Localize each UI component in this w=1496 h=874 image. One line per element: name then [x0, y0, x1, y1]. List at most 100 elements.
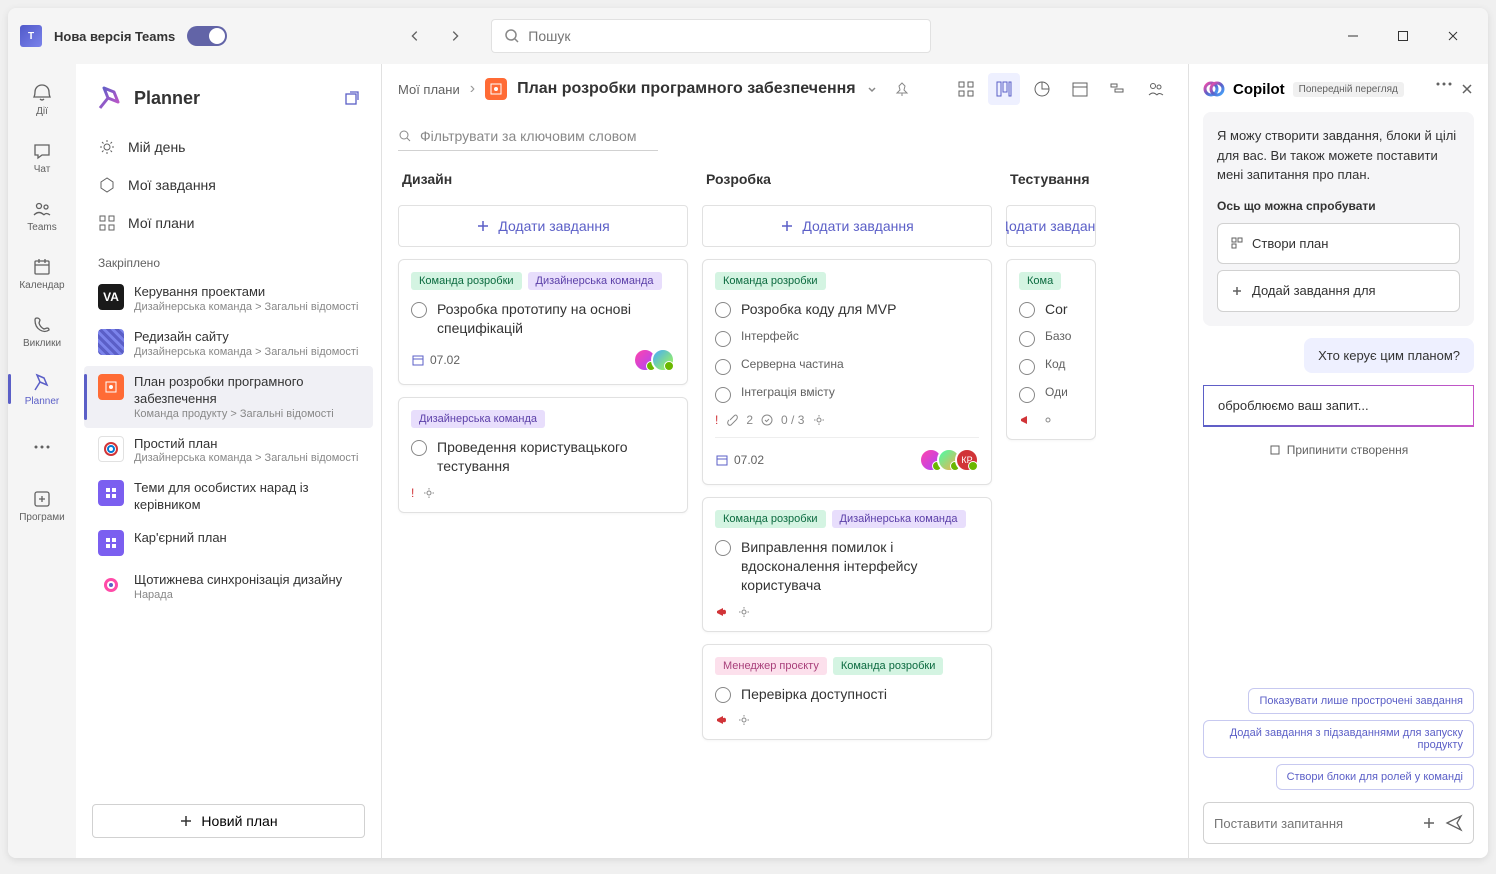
- plan-item[interactable]: Кар'єрний план: [84, 522, 373, 564]
- task-radio[interactable]: [411, 302, 427, 318]
- progress-icon: [1041, 413, 1055, 427]
- copilot-suggestion[interactable]: Створи блоки для ролей у команді: [1276, 764, 1474, 790]
- chevron-down-icon[interactable]: [866, 83, 878, 95]
- filter-input[interactable]: Фільтрувати за ключовим словом: [398, 122, 658, 151]
- column-header[interactable]: Дизайн: [398, 165, 688, 193]
- new-teams-toggle[interactable]: [187, 26, 227, 46]
- search-icon: [504, 28, 520, 44]
- nav-my-day[interactable]: Мій день: [84, 128, 373, 166]
- rail-teams[interactable]: Teams: [14, 188, 70, 242]
- task-card[interactable]: Менеджер проєктуКоманда розробки Перевір…: [702, 644, 992, 741]
- task-card[interactable]: Команда розробкиДизайнерська команда Вип…: [702, 497, 992, 632]
- copilot-suggestion[interactable]: Додай завдання з підзавданнями для запус…: [1203, 720, 1474, 758]
- progress-icon: [812, 413, 826, 427]
- view-timeline-icon[interactable]: [1102, 73, 1134, 105]
- view-chart-icon[interactable]: [1026, 73, 1058, 105]
- people-icon[interactable]: [1140, 73, 1172, 105]
- plan-item[interactable]: Теми для особистих нарад із керівником: [84, 472, 373, 522]
- plan-badge-icon: [485, 78, 507, 100]
- subtask-radio[interactable]: [715, 331, 731, 347]
- nav-my-tasks[interactable]: Мої завдання: [84, 166, 373, 204]
- window-maximize-button[interactable]: [1380, 20, 1426, 52]
- rail-activity[interactable]: Дії: [14, 72, 70, 126]
- view-board-icon[interactable]: [988, 73, 1020, 105]
- pin-icon[interactable]: [894, 81, 910, 97]
- main-content: Мої плани › План розробки програмного за…: [382, 64, 1188, 858]
- task-card[interactable]: Дизайнерська команда Проведення користув…: [398, 397, 688, 513]
- copilot-intro: Я можу створити завдання, блоки й цілі д…: [1203, 112, 1474, 326]
- rail-chat[interactable]: Чат: [14, 130, 70, 184]
- megaphone-icon: [715, 605, 729, 619]
- copilot-input[interactable]: [1203, 802, 1474, 844]
- close-icon[interactable]: [1460, 82, 1474, 96]
- rail-calls[interactable]: Виклики: [14, 304, 70, 358]
- window-minimize-button[interactable]: [1330, 20, 1376, 52]
- sidebar-title: Planner: [134, 88, 200, 109]
- plan-icon: [98, 374, 124, 400]
- copilot-action-create-plan[interactable]: Створи план: [1217, 223, 1460, 265]
- task-radio[interactable]: [411, 440, 427, 456]
- preview-badge: Попередній перегляд: [1293, 82, 1404, 97]
- window-close-button[interactable]: [1430, 20, 1476, 52]
- plan-icon: [98, 572, 124, 598]
- stop-generation-button[interactable]: Припинити створення: [1203, 439, 1474, 461]
- task-card[interactable]: Команда розробкиДизайнерська команда Роз…: [398, 259, 688, 385]
- plan-icon: [98, 436, 124, 462]
- subtask-radio[interactable]: [1019, 387, 1035, 403]
- more-icon[interactable]: [1436, 82, 1452, 86]
- plan-item[interactable]: Щотижнева синхронізація дизайнуНарада: [84, 564, 373, 609]
- column-header[interactable]: Тестування: [1006, 165, 1096, 193]
- board-column: Тестування Додати завдання Кома Cor Базо…: [1006, 165, 1096, 842]
- plan-icon: [98, 480, 124, 506]
- due-date: 07.02: [411, 353, 460, 367]
- search-input[interactable]: [491, 19, 931, 53]
- task-card[interactable]: Кома Cor Базо Код Оди: [1006, 259, 1096, 440]
- plan-icon: [98, 530, 124, 556]
- subtask-radio[interactable]: [715, 359, 731, 375]
- assignees: КР: [925, 448, 979, 472]
- rail-calendar[interactable]: Календар: [14, 246, 70, 300]
- tag: Дизайнерська команда: [528, 272, 662, 290]
- copilot-panel: Copilot Попередній перегляд Я можу створ…: [1188, 64, 1488, 858]
- rail-planner[interactable]: Planner: [14, 362, 70, 416]
- task-radio[interactable]: [1019, 302, 1035, 318]
- subtask-radio[interactable]: [715, 387, 731, 403]
- rail-apps[interactable]: Програми: [14, 478, 70, 532]
- processing-message: оброблюємо ваш запит...: [1203, 385, 1474, 427]
- task-radio[interactable]: [715, 540, 731, 556]
- task-radio[interactable]: [715, 687, 731, 703]
- add-task-button[interactable]: Додати завдання: [398, 205, 688, 247]
- plus-icon[interactable]: [1421, 815, 1437, 831]
- add-task-button[interactable]: Додати завдання: [1006, 205, 1096, 247]
- view-grid-icon[interactable]: [950, 73, 982, 105]
- popout-icon[interactable]: [343, 89, 361, 107]
- subtask-radio[interactable]: [1019, 331, 1035, 347]
- send-icon[interactable]: [1445, 814, 1463, 832]
- tag: Команда розробки: [715, 510, 826, 528]
- rail-more[interactable]: [14, 420, 70, 474]
- nav-forward-button[interactable]: [439, 20, 471, 52]
- copilot-title: Copilot: [1233, 81, 1285, 98]
- plan-icon: VA: [98, 284, 124, 310]
- breadcrumb-root[interactable]: Мої плани: [398, 82, 460, 97]
- user-message: Хто керує цим планом?: [1304, 338, 1474, 373]
- subtask-radio[interactable]: [1019, 359, 1035, 375]
- tag: Кома: [1019, 272, 1061, 290]
- column-header[interactable]: Розробка: [702, 165, 992, 193]
- plan-item[interactable]: Редизайн сайтуДизайнерська команда > Заг…: [84, 321, 373, 366]
- plan-item[interactable]: VAКерування проектамиДизайнерська команд…: [84, 276, 373, 321]
- add-task-button[interactable]: Додати завдання: [702, 205, 992, 247]
- view-schedule-icon[interactable]: [1064, 73, 1096, 105]
- copilot-suggestion[interactable]: Показувати лише прострочені завдання: [1248, 688, 1474, 714]
- copilot-action-add-task[interactable]: Додай завдання для: [1217, 270, 1460, 312]
- nav-my-plans[interactable]: Мої плани: [84, 204, 373, 242]
- nav-back-button[interactable]: [399, 20, 431, 52]
- plan-item-active[interactable]: План розробки програмного забезпеченняКо…: [84, 366, 373, 428]
- board-column: Дизайн Додати завдання Команда розробкиД…: [398, 165, 688, 842]
- new-plan-button[interactable]: Новий план: [92, 804, 365, 838]
- attachment-icon: [726, 414, 738, 426]
- board-column: Розробка Додати завдання Команда розробк…: [702, 165, 992, 842]
- task-card[interactable]: Команда розробки Розробка коду для MVP І…: [702, 259, 992, 485]
- plan-item[interactable]: Простий планДизайнерська команда > Загал…: [84, 428, 373, 473]
- task-radio[interactable]: [715, 302, 731, 318]
